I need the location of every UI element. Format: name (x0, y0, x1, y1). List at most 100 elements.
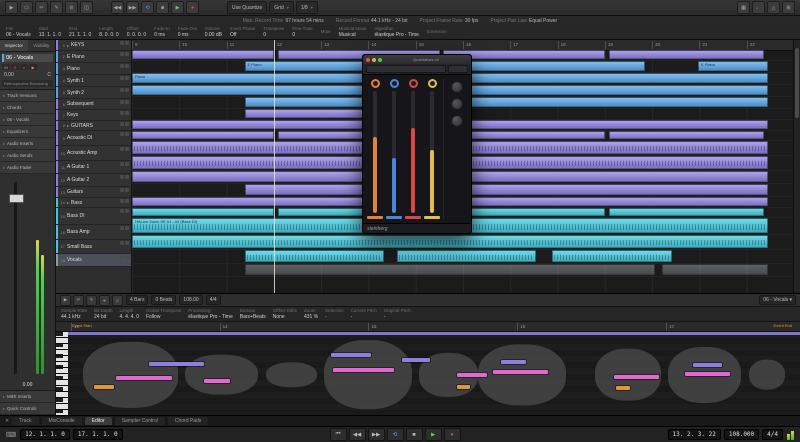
tempo-display[interactable]: 13. 2. 3. 22 (667, 429, 721, 440)
piano-keyboard[interactable] (56, 332, 68, 417)
variaudio-segment[interactable] (457, 372, 488, 377)
plugin-window[interactable]: Quadrafuzz v2 steinberg (362, 54, 472, 234)
mute-button[interactable] (120, 209, 124, 213)
editor-field-0-beats[interactable]: 0 Beats (151, 295, 177, 305)
mute-button[interactable] (120, 64, 124, 68)
record-icon[interactable]: ● (443, 428, 461, 441)
mute-button[interactable] (120, 226, 124, 230)
mute-tool-icon[interactable]: ⊘ (65, 1, 78, 14)
minimize-window-icon[interactable] (372, 57, 376, 62)
stop-icon[interactable]: ■ (405, 428, 423, 441)
mute-button[interactable] (120, 199, 124, 203)
zoom-window-icon[interactable] (378, 57, 382, 62)
track-title[interactable]: 06 - Vocals (2, 54, 53, 62)
solo-button[interactable] (125, 175, 129, 179)
track-row-keys[interactable]: 7 Keys (56, 110, 131, 121)
object-selection-tool-icon[interactable]: ▶ (5, 1, 18, 14)
track-row-synth-2[interactable]: 5 Synth 2 (56, 87, 131, 99)
inspector-section-audio-fader[interactable]: ▸ Audio Fader (0, 162, 55, 174)
info-field-volume[interactable]: Volume 0.00 dB (205, 26, 222, 38)
quantize-icon[interactable]: ♩ (752, 1, 765, 14)
band-fader[interactable] (411, 91, 415, 213)
tab-editor[interactable]: Editor (84, 417, 112, 425)
draw-tool-icon[interactable]: ✎ (50, 1, 63, 14)
glue-tool-icon[interactable]: ◫ (80, 1, 93, 14)
solo-button[interactable] (125, 111, 129, 115)
band-gain-knob[interactable] (370, 79, 380, 88)
info-field-extension[interactable]: Extension (427, 26, 447, 38)
mute-button[interactable] (120, 88, 124, 92)
inspector-section-equalizers[interactable]: ▸ Equalizers (0, 126, 55, 138)
tab-track[interactable]: Track (12, 417, 39, 425)
info-field-invert-phase[interactable]: Invert Phase Off (230, 26, 255, 38)
solo-button[interactable] (125, 88, 129, 92)
plugin-title-bar[interactable]: Quadrafuzz v2 (363, 55, 471, 64)
info-field-transpose[interactable]: Transpose 0 (263, 26, 284, 38)
playhead-cursor[interactable] (274, 40, 276, 293)
keyboard-icon[interactable]: ⌨ (6, 431, 16, 439)
clip-e-piano[interactable]: E Piano (446, 61, 646, 71)
play-icon[interactable]: ▶ (424, 428, 442, 441)
info-field-bit-depth[interactable]: Bit Depth 24 bit (94, 308, 113, 320)
io-routing[interactable]: Retrospective Recording (2, 80, 53, 87)
cycle-icon[interactable]: ⟲ (386, 428, 404, 441)
mute-button[interactable] (120, 255, 124, 259)
master-knob-3[interactable] (451, 115, 463, 127)
rewind-icon[interactable]: ◀◀ (348, 428, 366, 441)
solo-button[interactable] (125, 226, 129, 230)
variaudio-segment[interactable] (616, 385, 631, 390)
range-selection-tool-icon[interactable]: ▭ (20, 1, 33, 14)
solo-button[interactable] (125, 122, 129, 126)
variaudio-segment[interactable] (685, 371, 731, 376)
track-row-guitars[interactable]: 13 Guitars (56, 187, 131, 198)
info-field-current-pitch[interactable]: Current Pitch - (351, 308, 377, 320)
band-gain-knob[interactable] (408, 79, 418, 88)
mute-button[interactable] (120, 52, 124, 56)
editor-field-4-bars[interactable]: 4 Bars (126, 295, 149, 305)
clip-guitars[interactable] (132, 131, 275, 139)
editor-field-108-00[interactable]: 108.00 (179, 295, 203, 305)
info-field-global-transpose[interactable]: Global Transpose Follow (146, 308, 181, 320)
mute-button[interactable] (120, 111, 124, 115)
mute-button[interactable] (120, 175, 124, 179)
solo-button[interactable] (125, 52, 129, 56)
info-field-file[interactable]: File 06 - Vocals (6, 26, 31, 38)
preset-dropdown[interactable] (366, 65, 446, 73)
inspector-tab-inspector[interactable]: Inspector (0, 40, 28, 51)
close-window-icon[interactable] (366, 57, 370, 62)
track-row-vocals[interactable]: 18 Vocals (56, 254, 131, 267)
solo-button[interactable] (125, 147, 129, 151)
variaudio-segment[interactable] (204, 378, 230, 383)
info-field-sample-rate[interactable]: Sample Rate 44.1 kHz (61, 308, 87, 320)
inspector-section-audio-inserts[interactable]: ▸ Audio Inserts (0, 138, 55, 150)
inspector-section-06-vocals[interactable]: ▸ 06 - Vocals (0, 114, 55, 126)
audition-icon[interactable]: ▶ (60, 294, 71, 306)
clip-e-piano[interactable]: E Piano (698, 61, 768, 71)
inspector-section-audio-sends[interactable]: ▸ Audio Sends (0, 150, 55, 162)
grid-type-dropdown[interactable]: Grid ▾ (269, 1, 294, 14)
record-icon[interactable]: ● (186, 1, 199, 14)
info-field-fade-in[interactable]: Fade-In 0 ms (154, 26, 170, 38)
use-quantize-toggle[interactable]: Use Quantize (227, 1, 268, 14)
variaudio-segment[interactable] (457, 384, 470, 389)
monitor-icon[interactable]: ▶ (29, 64, 37, 70)
pan-value[interactable]: C (47, 72, 51, 78)
variaudio-segment[interactable] (614, 374, 660, 379)
info-field-length[interactable]: Length 8. 0. 0. 0 (99, 26, 118, 38)
goto-start-icon[interactable]: ⏮ (329, 428, 347, 441)
track-row-acoustic-amp[interactable]: 10 Acoustic Amp (56, 146, 131, 161)
clip-a-guitar-1[interactable] (439, 171, 768, 182)
info-field-original-pitch[interactable]: Original Pitch - (384, 308, 411, 320)
band-gain-knob[interactable] (389, 79, 399, 88)
mute-button[interactable] (120, 147, 124, 151)
info-field-domain[interactable]: Domain Bars+Beats (240, 308, 266, 320)
rewind-icon[interactable]: ◀◀ (111, 1, 124, 14)
info-field-processing[interactable]: Processing élastique Pro - Time (188, 308, 232, 320)
info-field-end[interactable]: End 21. 1. 1. 0 (69, 26, 91, 38)
metronome-icon[interactable]: △ (767, 1, 780, 14)
band-gain-knob[interactable] (427, 79, 437, 88)
tab-mixconsole[interactable]: MixConsole (41, 417, 82, 425)
clip-small-bass[interactable] (396, 250, 536, 262)
solo-button[interactable] (125, 132, 129, 136)
variaudio-segment[interactable] (693, 362, 722, 367)
